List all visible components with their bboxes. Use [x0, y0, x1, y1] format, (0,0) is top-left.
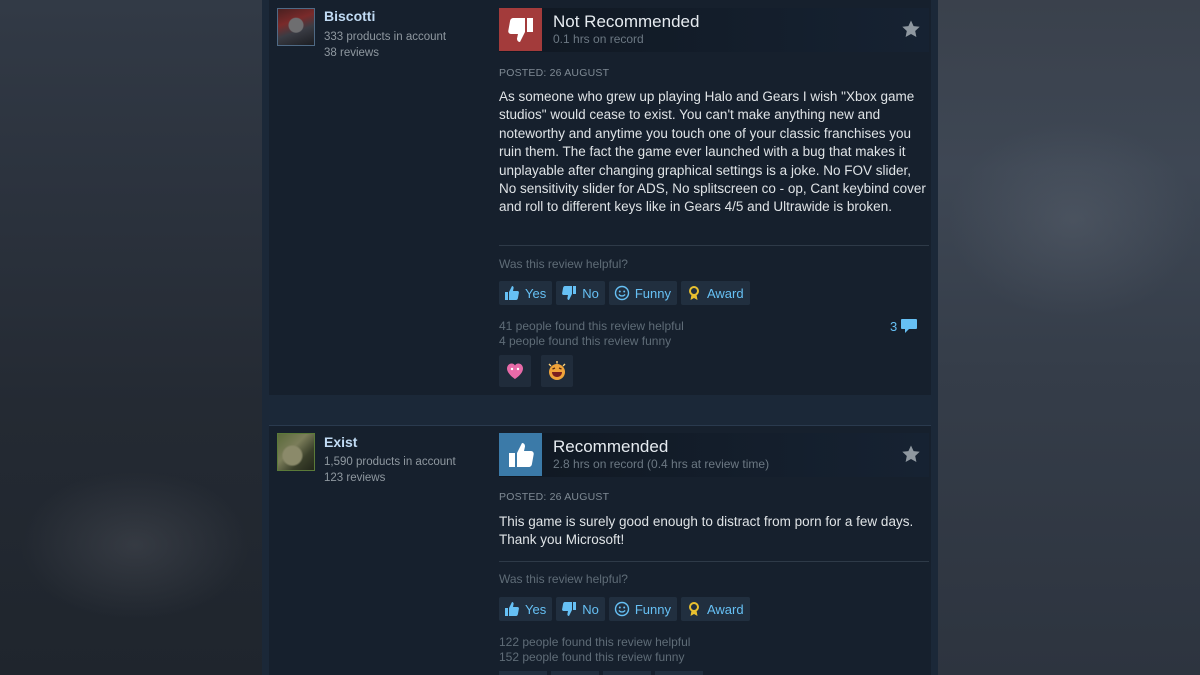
posted-date: POSTED: 26 AUGUST [499, 491, 610, 503]
thumbs-up-icon [505, 286, 519, 300]
divider [499, 245, 929, 246]
review-text: As someone who grew up playing Halo and … [499, 89, 926, 215]
thumbs-down-icon [499, 8, 542, 51]
comments-link[interactable]: 3 [890, 318, 918, 334]
review-verdict: Recommended [553, 437, 669, 456]
products-count[interactable]: 333 products in account [324, 29, 446, 45]
vote-yes-button[interactable]: Yes [499, 281, 553, 305]
author-name[interactable]: Exist [324, 434, 357, 450]
yes-label: Yes [525, 601, 547, 617]
vote-funny-button[interactable]: Funny [608, 281, 677, 305]
review-verdict: Not Recommended [553, 12, 700, 31]
review-card: Biscotti 333 products in account 38 revi… [269, 0, 931, 395]
author-meta: 333 products in account 38 reviews [324, 29, 446, 61]
award-slot[interactable] [499, 671, 547, 675]
review-stats: 122 people found this review helpful 152… [499, 635, 690, 665]
vote-no-button[interactable]: No [556, 597, 605, 621]
vote-header[interactable]: Recommended 2.8 hrs on record (0.4 hrs a… [499, 433, 929, 477]
helpful-question: Was this review helpful? [499, 572, 628, 586]
award-ribbon-icon [688, 602, 699, 616]
funny-count: 152 people found this review funny [499, 650, 685, 664]
comments-count: 3 [890, 318, 898, 334]
hours-on-record: 0.1 hrs on record [553, 32, 644, 46]
thumbs-up-icon [499, 433, 542, 476]
author-name[interactable]: Biscotti [324, 8, 375, 24]
page-background-right [938, 0, 1200, 675]
speech-bubble-icon [901, 319, 918, 333]
divider [499, 561, 929, 562]
reviews-count[interactable]: 123 reviews [324, 470, 456, 486]
avatar[interactable] [277, 433, 315, 471]
helpful-count: 41 people found this review helpful [499, 319, 684, 333]
heart-award-icon[interactable] [499, 355, 531, 387]
vote-yes-button[interactable]: Yes [499, 597, 553, 621]
page-background-left [0, 0, 262, 675]
review-text: This game is surely good enough to distr… [499, 514, 914, 548]
award-slot[interactable] [655, 671, 703, 675]
review-stats: 41 people found this review helpful 4 pe… [499, 319, 684, 349]
avatar[interactable] [277, 8, 315, 46]
no-label: No [582, 601, 599, 617]
star-icon[interactable] [901, 444, 921, 464]
thumbs-down-icon [562, 286, 577, 300]
smiley-icon [614, 285, 630, 301]
award-slot[interactable] [551, 671, 599, 675]
vote-buttons: Yes No Funny Award [499, 597, 750, 621]
laughing-award-icon[interactable] [541, 355, 573, 387]
reviews-count[interactable]: 38 reviews [324, 45, 446, 61]
award-button[interactable]: Award [680, 597, 750, 621]
award-slot[interactable] [603, 671, 651, 675]
products-count[interactable]: 1,590 products in account [324, 454, 456, 470]
received-awards [499, 671, 703, 675]
helpful-question: Was this review helpful? [499, 257, 628, 271]
posted-date: POSTED: 26 AUGUST [499, 67, 610, 79]
no-label: No [582, 285, 599, 301]
vote-funny-button[interactable]: Funny [608, 597, 677, 621]
vote-buttons: Yes No Funny Award [499, 281, 750, 305]
funny-count: 4 people found this review funny [499, 334, 672, 348]
star-icon[interactable] [901, 19, 921, 39]
vote-no-button[interactable]: No [556, 281, 605, 305]
helpful-count: 122 people found this review helpful [499, 635, 691, 649]
vote-header[interactable]: Not Recommended 0.1 hrs on record [499, 8, 929, 52]
received-awards [499, 355, 573, 387]
award-ribbon-icon [688, 286, 699, 300]
award-label: Award [706, 285, 744, 301]
review-card: Exist 1,590 products in account 123 revi… [269, 425, 931, 675]
funny-label: Funny [634, 601, 671, 617]
thumbs-down-icon [562, 602, 577, 616]
award-button[interactable]: Award [680, 281, 750, 305]
award-label: Award [706, 601, 744, 617]
smiley-icon [614, 601, 630, 617]
yes-label: Yes [525, 285, 547, 301]
thumbs-up-icon [505, 602, 519, 616]
hours-on-record: 2.8 hrs on record (0.4 hrs at review tim… [553, 457, 770, 471]
funny-label: Funny [634, 285, 671, 301]
author-meta: 1,590 products in account 123 reviews [324, 454, 456, 486]
